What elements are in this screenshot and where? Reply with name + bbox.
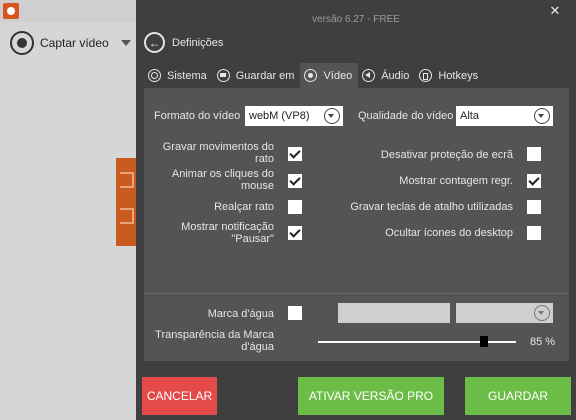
option-label-disable-screensaver: Desativar proteção de ecrã xyxy=(380,149,513,161)
option-label-hide-desktop-icons: Ocultar ícones do desktop xyxy=(385,227,513,239)
audio-icon xyxy=(362,69,376,82)
capture-video-label: Captar vídeo xyxy=(40,36,109,50)
transparency-label: Transparência da Marca d'água xyxy=(155,329,274,353)
close-icon[interactable]: ✕ xyxy=(548,4,562,18)
transparency-slider-handle[interactable] xyxy=(480,336,488,347)
tab-label: Guardar em xyxy=(235,69,295,82)
tab-video[interactable]: Vídeo xyxy=(300,63,359,88)
back-arrow-icon[interactable]: ← xyxy=(144,32,165,53)
checkbox-record-hotkeys[interactable] xyxy=(527,200,541,214)
video-format-value: webM (VP8) xyxy=(249,110,310,122)
transparency-value: 85 % xyxy=(530,336,556,348)
checkbox-record-mouse[interactable] xyxy=(288,147,302,161)
tab-hotkeys[interactable]: Hotkeys xyxy=(415,63,484,88)
watermark-image-field[interactable] xyxy=(338,303,450,323)
tab-audio[interactable]: Áudio xyxy=(358,63,415,88)
video-icon xyxy=(304,69,318,82)
option-label-animate-clicks: Animar os cliques do mouse xyxy=(171,168,274,192)
chevron-down-icon xyxy=(324,108,340,124)
option-label-pause-notification: Mostrar notificação "Pausar" xyxy=(181,221,274,245)
video-format-label: Formato do vídeo xyxy=(154,110,241,122)
activate-pro-button[interactable]: ATIVAR VERSÃO PRO xyxy=(298,377,444,415)
gear-icon xyxy=(148,69,161,82)
settings-dialog: versão 6.27 - FREE ✕ ← Definições Sistem… xyxy=(136,0,576,420)
option-label-record-mouse: Gravar movimentos do rato xyxy=(162,141,274,165)
version-label: versão 6.27 - FREE xyxy=(312,14,400,25)
chevron-down-icon xyxy=(534,305,550,321)
video-quality-select[interactable]: Alta xyxy=(456,106,553,126)
hotkeys-icon xyxy=(419,69,433,82)
watermark-position-select[interactable] xyxy=(456,303,553,323)
checkbox-hide-desktop-icons[interactable] xyxy=(527,226,541,240)
folder-icon xyxy=(216,69,230,82)
video-quality-value: Alta xyxy=(460,110,479,122)
tab-sistema[interactable]: Sistema xyxy=(144,63,213,88)
tab-label: Vídeo xyxy=(323,69,353,82)
app-logo-icon xyxy=(3,3,19,19)
tab-guardar-em[interactable]: Guardar em xyxy=(213,63,301,88)
video-format-select[interactable]: webM (VP8) xyxy=(245,106,343,126)
checkbox-show-countdown[interactable] xyxy=(527,174,541,188)
checkbox-disable-screensaver[interactable] xyxy=(527,147,541,161)
record-icon xyxy=(10,31,34,55)
watermark-label: Marca d'água xyxy=(207,308,274,320)
tab-label: Áudio xyxy=(381,69,410,82)
settings-tabs: Sistema Guardar em Vídeo Áudio Hotkeys xyxy=(144,63,484,88)
page-title: Definições xyxy=(172,36,224,49)
option-label-show-countdown: Mostrar contagem regr. xyxy=(399,175,513,187)
cancel-button[interactable]: CANCELAR xyxy=(142,377,217,415)
save-button[interactable]: GUARDAR xyxy=(465,377,571,415)
settings-header: ← Definições xyxy=(144,32,223,53)
checkbox-highlight-mouse[interactable] xyxy=(288,200,302,214)
checkbox-pause-notification[interactable] xyxy=(288,226,302,240)
chevron-down-icon xyxy=(534,108,550,124)
tab-label: Sistema xyxy=(167,69,207,82)
video-quality-label: Qualidade do vídeo xyxy=(358,110,454,122)
option-label-record-hotkeys: Gravar teclas de atalho utilizadas xyxy=(350,201,513,213)
background-graphic xyxy=(116,158,136,246)
option-label-highlight-mouse: Realçar rato xyxy=(214,201,274,213)
tab-label: Hotkeys xyxy=(438,69,479,82)
chevron-down-icon[interactable] xyxy=(120,40,131,46)
capture-video-button[interactable]: Captar vídeo xyxy=(10,30,131,56)
checkbox-watermark[interactable] xyxy=(288,306,302,320)
divider xyxy=(144,293,569,294)
checkbox-animate-clicks[interactable] xyxy=(288,174,302,188)
video-settings-panel: Formato do vídeo webM (VP8) Qualidade do… xyxy=(144,88,569,361)
